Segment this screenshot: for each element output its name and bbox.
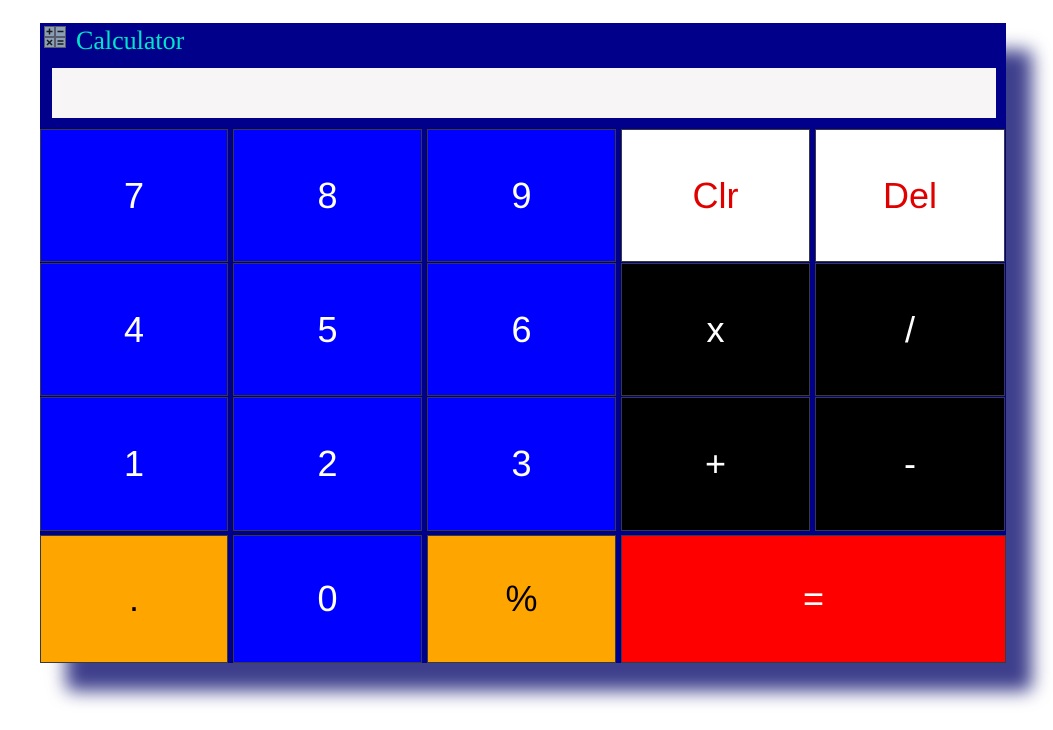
window-title: Calculator — [76, 26, 185, 55]
subtract-button[interactable]: - — [815, 397, 1005, 531]
multiply-button[interactable]: x — [621, 263, 810, 396]
decimal-button[interactable]: . — [40, 535, 228, 663]
key-9[interactable]: 9 — [427, 129, 616, 262]
key-8[interactable]: 8 — [233, 129, 422, 262]
key-4[interactable]: 4 — [40, 263, 228, 396]
key-0[interactable]: 0 — [233, 535, 422, 663]
clear-button[interactable]: Clr — [621, 129, 810, 262]
key-7[interactable]: 7 — [40, 129, 228, 262]
calculator-window: Calculator 7 8 9 Clr Del 4 5 6 x / 1 2 3… — [40, 23, 1006, 663]
add-button[interactable]: + — [621, 397, 810, 531]
title-bar: Calculator — [40, 23, 1006, 61]
percent-button[interactable]: % — [427, 535, 616, 663]
key-2[interactable]: 2 — [233, 397, 422, 531]
calculator-icon — [44, 26, 66, 48]
delete-button[interactable]: Del — [815, 129, 1005, 262]
key-1[interactable]: 1 — [40, 397, 228, 531]
key-5[interactable]: 5 — [233, 263, 422, 396]
key-6[interactable]: 6 — [427, 263, 616, 396]
calculator-display[interactable] — [52, 68, 996, 118]
divide-button[interactable]: / — [815, 263, 1005, 396]
key-3[interactable]: 3 — [427, 397, 616, 531]
equals-button[interactable]: = — [621, 535, 1006, 663]
